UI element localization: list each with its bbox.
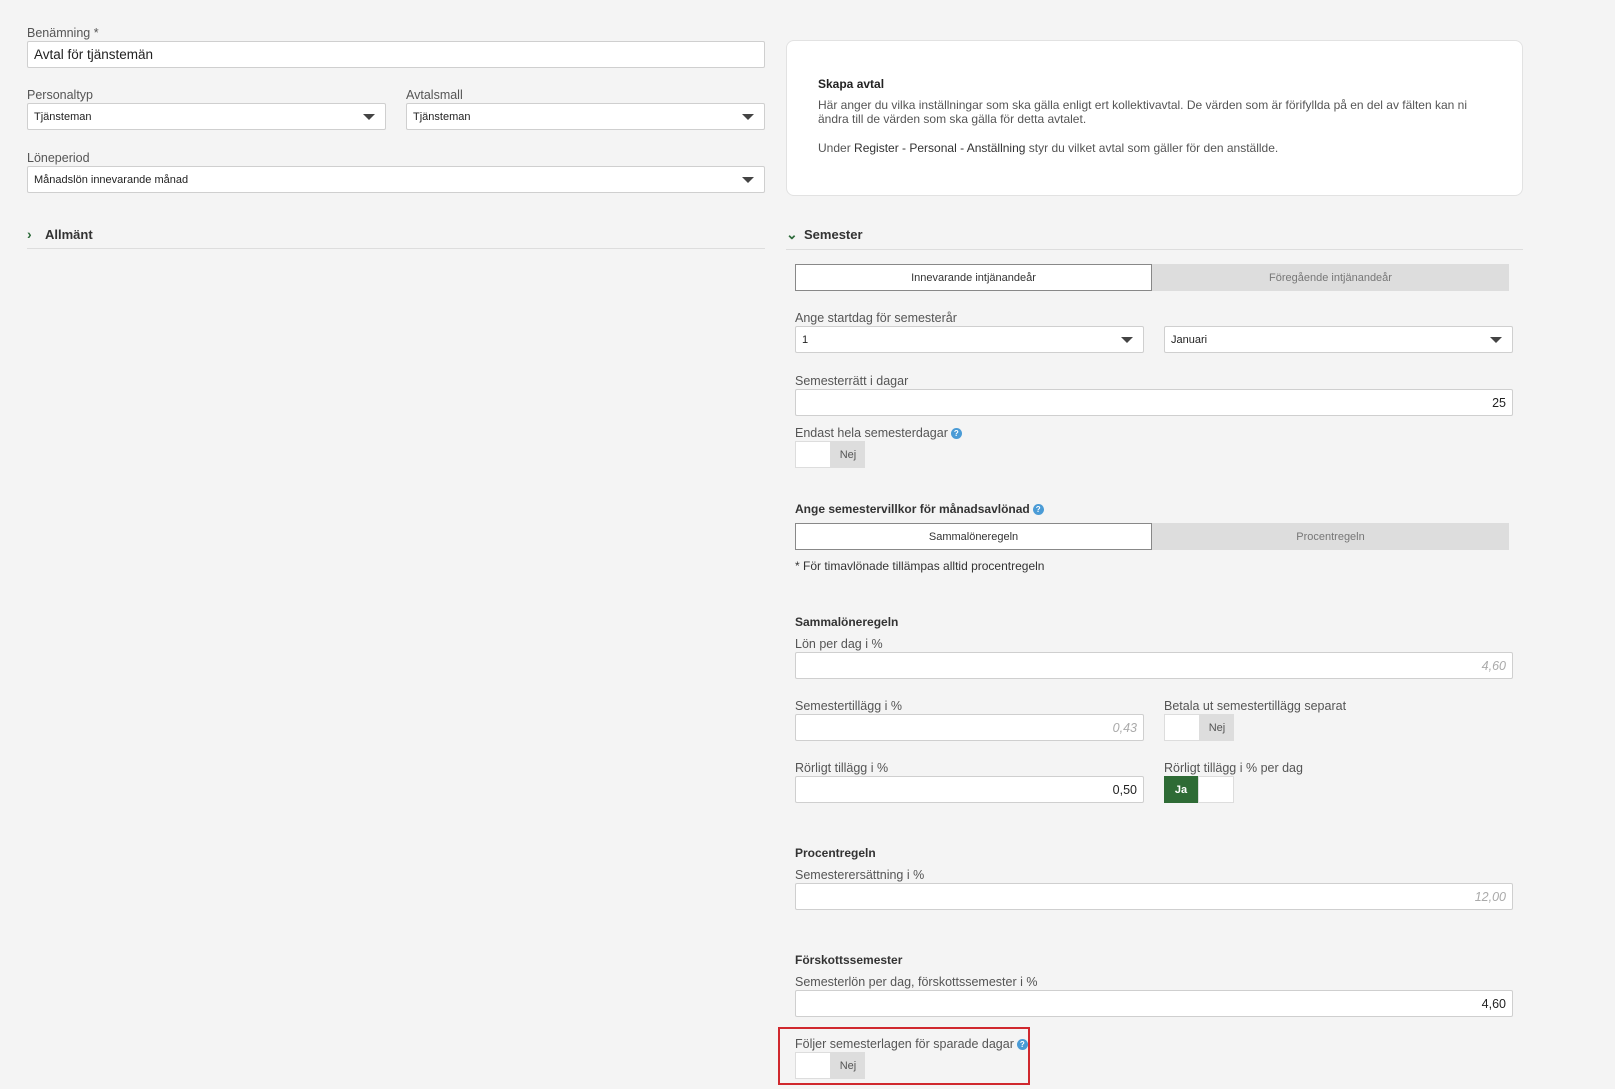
advance-input[interactable]: 4,60 <box>795 990 1513 1017</box>
section-general-title: Allmänt <box>45 226 93 242</box>
template-value: Tjänsteman <box>413 110 471 123</box>
pay-period-select[interactable]: Månadslön innevarande månad <box>27 166 765 193</box>
toggle-state: Nej <box>1200 714 1234 741</box>
toggle-off-area <box>795 441 831 468</box>
start-day-select[interactable]: 1 <box>795 326 1144 353</box>
start-day-label: Ange startdag för semesterår <box>795 311 957 325</box>
supplement-input[interactable]: 0,43 <box>795 714 1144 741</box>
section-general[interactable]: › Allmänt <box>27 226 765 249</box>
toggle-state: Nej <box>831 1052 865 1079</box>
percent-rule-heading: Procentregeln <box>795 846 876 860</box>
variable-input[interactable]: 0,50 <box>795 776 1144 803</box>
saved-days-toggle[interactable]: Nej <box>795 1052 865 1079</box>
compensation-input[interactable]: 12,00 <box>795 883 1513 910</box>
toggle-off-area <box>1164 714 1200 741</box>
template-select[interactable]: Tjänsteman <box>406 103 765 130</box>
days-value: 25 <box>1492 395 1506 410</box>
toggle-state: Nej <box>831 441 865 468</box>
pay-per-day-input[interactable]: 4,60 <box>795 652 1513 679</box>
chevron-right-icon: › <box>27 226 32 242</box>
help-icon[interactable]: ? <box>1032 504 1044 515</box>
staff-type-label: Personaltyp <box>27 88 94 102</box>
advance-value: 4,60 <box>1481 996 1506 1011</box>
terms-label: Ange semestervillkor för månadsavlönad? <box>795 502 1044 516</box>
name-input-value: Avtal för tjänstemän <box>34 47 154 62</box>
toggle-off-area <box>1198 776 1234 803</box>
help-icon[interactable]: ? <box>1016 1039 1028 1050</box>
name-label: Benämning * <box>27 26 99 40</box>
info-title: Skapa avtal <box>818 77 885 91</box>
info-text-register: Under Register - Personal - Anställning … <box>818 141 1278 155</box>
pay-period-label: Löneperiod <box>27 151 90 165</box>
whole-days-toggle[interactable]: Nej <box>795 441 865 468</box>
hourly-note: * För timavlönade tillämpas alltid proce… <box>795 559 1045 573</box>
days-input[interactable]: 25 <box>795 389 1513 416</box>
earning-year-tabs: Innevarande intjänandeår Föregående intj… <box>795 264 1509 291</box>
tab-percent-rule[interactable]: Procentregeln <box>1152 523 1509 550</box>
tab-same-salary-rule[interactable]: Sammalöneregeln <box>795 523 1152 550</box>
same-salary-heading: Sammalöneregeln <box>795 615 899 629</box>
info-text: Här anger du vilka inställningar som ska… <box>818 98 1467 126</box>
pay-separate-toggle[interactable]: Nej <box>1164 714 1234 741</box>
saved-days-label: Följer semesterlagen för sparade dagar? <box>795 1037 1028 1051</box>
start-month-value: Januari <box>1171 333 1208 346</box>
start-month-select[interactable]: Januari <box>1164 326 1513 353</box>
tab-current-earning-year[interactable]: Innevarande intjänandeår <box>795 264 1152 291</box>
variable-per-day-label: Rörligt tillägg i % per dag <box>1164 761 1303 775</box>
toggle-state: Ja <box>1164 776 1198 803</box>
name-input[interactable]: Avtal för tjänstemän <box>27 41 765 68</box>
tab-previous-earning-year[interactable]: Föregående intjänandeår <box>1152 264 1509 291</box>
chevron-down-icon <box>1121 336 1133 343</box>
advance-heading: Förskottssemester <box>795 953 903 967</box>
section-vacation-title: Semester <box>804 227 863 242</box>
supplement-label: Semestertillägg i % <box>795 699 902 713</box>
supplement-placeholder: 0,43 <box>1112 720 1137 735</box>
compensation-label: Semesterersättning i % <box>795 868 925 882</box>
whole-days-label-text: Endast hela semesterdagar <box>795 426 948 440</box>
toggle-off-area <box>795 1052 831 1079</box>
rule-tabs: Sammalöneregeln Procentregeln <box>795 523 1509 550</box>
pay-separate-label: Betala ut semestertillägg separat <box>1164 699 1347 713</box>
chevron-down-icon <box>363 113 375 120</box>
variable-label: Rörligt tillägg i % <box>795 761 889 775</box>
template-label: Avtalsmall <box>406 88 463 102</box>
chevron-down-icon <box>1490 336 1502 343</box>
info-text-post: styr du vilket avtal som gäller för den … <box>1025 141 1279 155</box>
saved-days-label-text: Följer semesterlagen för sparade dagar <box>795 1037 1014 1051</box>
variable-per-day-toggle[interactable]: Ja <box>1164 776 1234 803</box>
compensation-placeholder: 12,00 <box>1474 889 1506 904</box>
variable-value: 0,50 <box>1112 782 1137 797</box>
info-card: Skapa avtal Här anger du vilka inställni… <box>786 40 1523 196</box>
chevron-down-icon <box>742 176 754 183</box>
chevron-down-icon <box>742 113 754 120</box>
info-text-pre: Under <box>818 141 855 155</box>
info-register-path: Register - Personal - Anställning <box>854 141 1026 155</box>
pay-per-day-label: Lön per dag i % <box>795 637 883 651</box>
whole-days-label: Endast hela semesterdagar? <box>795 426 962 440</box>
chevron-down-icon: ⌄ <box>786 226 798 242</box>
terms-label-text: Ange semestervillkor för månadsavlönad <box>795 502 1030 516</box>
pay-period-value: Månadslön innevarande månad <box>34 173 189 186</box>
help-icon[interactable]: ? <box>950 428 962 439</box>
days-label: Semesterrätt i dagar <box>795 374 909 388</box>
advance-label: Semesterlön per dag, förskottssemester i… <box>795 975 1038 989</box>
staff-type-value: Tjänsteman <box>34 110 92 123</box>
staff-type-select[interactable]: Tjänsteman <box>27 103 386 130</box>
section-vacation[interactable]: ⌄ Semester <box>786 226 1523 250</box>
start-day-value: 1 <box>802 333 809 346</box>
pay-per-day-placeholder: 4,60 <box>1481 658 1506 673</box>
